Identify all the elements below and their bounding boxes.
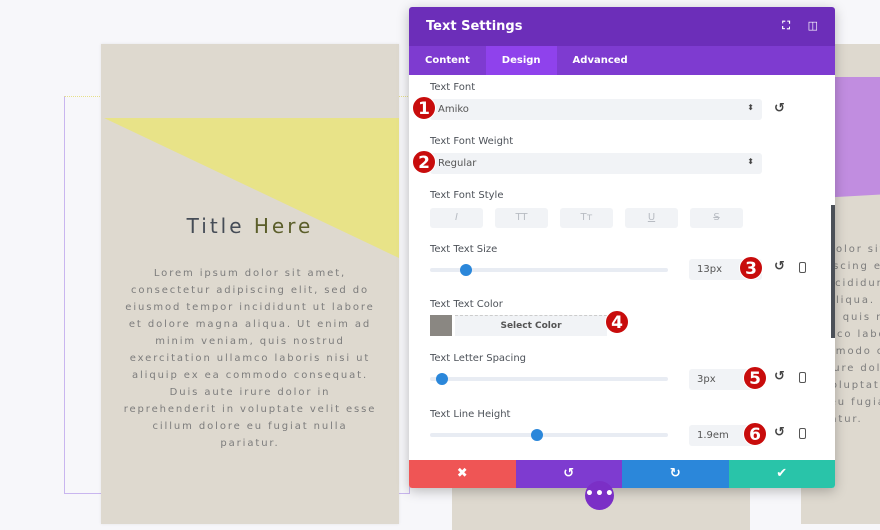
letter-spacing-slider[interactable]: [430, 373, 668, 385]
redo-button[interactable]: ↻: [622, 460, 729, 488]
text-settings-panel: Text Settings ⛶ ◫ Content Design Advance…: [409, 7, 835, 488]
reset-icon[interactable]: ↺: [774, 425, 785, 440]
step-badge: 4: [605, 310, 629, 334]
fullscreen-icon[interactable]: ⛶: [782, 19, 790, 33]
step-badge: 3: [739, 256, 763, 280]
text-font-weight-label: Text Font Weight: [430, 136, 514, 147]
text-font-style-label: Text Font Style: [430, 190, 504, 201]
step-badge: 6: [743, 422, 767, 446]
panel-header: Text Settings ⛶ ◫: [409, 7, 835, 46]
line-height-slider[interactable]: [430, 429, 668, 441]
responsive-icon[interactable]: [799, 262, 806, 273]
select-color-button[interactable]: Select Color: [455, 315, 607, 336]
panel-content: Text Font Amiko ⬍ ↺ 1 Text Font Weight Re…: [409, 75, 835, 460]
select-arrows-icon: ⬍: [747, 157, 754, 166]
step-badge: 2: [412, 150, 436, 174]
select-arrows-icon: ⬍: [747, 103, 754, 112]
panel-tabs: Content Design Advanced: [409, 46, 835, 75]
step-badge: 1: [412, 96, 436, 120]
strikethrough-button[interactable]: S: [690, 208, 743, 228]
tab-design[interactable]: Design: [485, 46, 557, 75]
preview-card-left: Title Here Lorem ipsum dolor sit amet, c…: [101, 44, 399, 524]
tab-advanced[interactable]: Advanced: [557, 46, 644, 75]
card-body-text: Lorem ipsum dolor sit amet, consectetur …: [123, 268, 377, 449]
uppercase-button[interactable]: TT: [495, 208, 548, 228]
panel-footer: ✖ ↺ ↻ ✔: [409, 460, 835, 488]
scrollbar[interactable]: [831, 205, 835, 338]
save-button[interactable]: ✔: [728, 460, 835, 488]
text-color-label: Text Text Color: [430, 299, 503, 310]
slider-handle[interactable]: [435, 373, 448, 385]
color-swatch[interactable]: [430, 315, 452, 336]
cancel-button[interactable]: ✖: [409, 460, 516, 488]
card-title: Title Here: [186, 214, 314, 238]
reset-icon[interactable]: ↺: [774, 369, 785, 384]
responsive-icon[interactable]: [799, 372, 806, 383]
underline-button[interactable]: U: [625, 208, 678, 228]
responsive-icon[interactable]: [799, 428, 806, 439]
text-font-label: Text Font: [430, 82, 476, 93]
letter-spacing-label: Text Letter Spacing: [430, 353, 527, 364]
text-font-weight-select[interactable]: Regular ⬍: [430, 153, 762, 174]
text-size-slider[interactable]: [430, 264, 668, 276]
slider-handle[interactable]: [459, 264, 472, 276]
capitalize-button[interactable]: Tт: [560, 208, 613, 228]
reset-icon[interactable]: ↺: [774, 259, 785, 274]
text-font-select[interactable]: Amiko ⬍: [430, 99, 762, 120]
text-size-label: Text Text Size: [430, 244, 498, 255]
panel-title: Text Settings: [426, 19, 523, 34]
tab-content[interactable]: Content: [409, 46, 486, 75]
slider-handle[interactable]: [531, 429, 544, 441]
more-options-button[interactable]: •••: [585, 481, 614, 510]
line-height-label: Text Line Height: [430, 409, 511, 420]
italic-button[interactable]: I: [430, 208, 483, 228]
step-badge: 5: [743, 366, 767, 390]
reset-icon[interactable]: ↺: [774, 101, 785, 116]
sidebar-toggle-icon[interactable]: ◫: [808, 19, 818, 32]
